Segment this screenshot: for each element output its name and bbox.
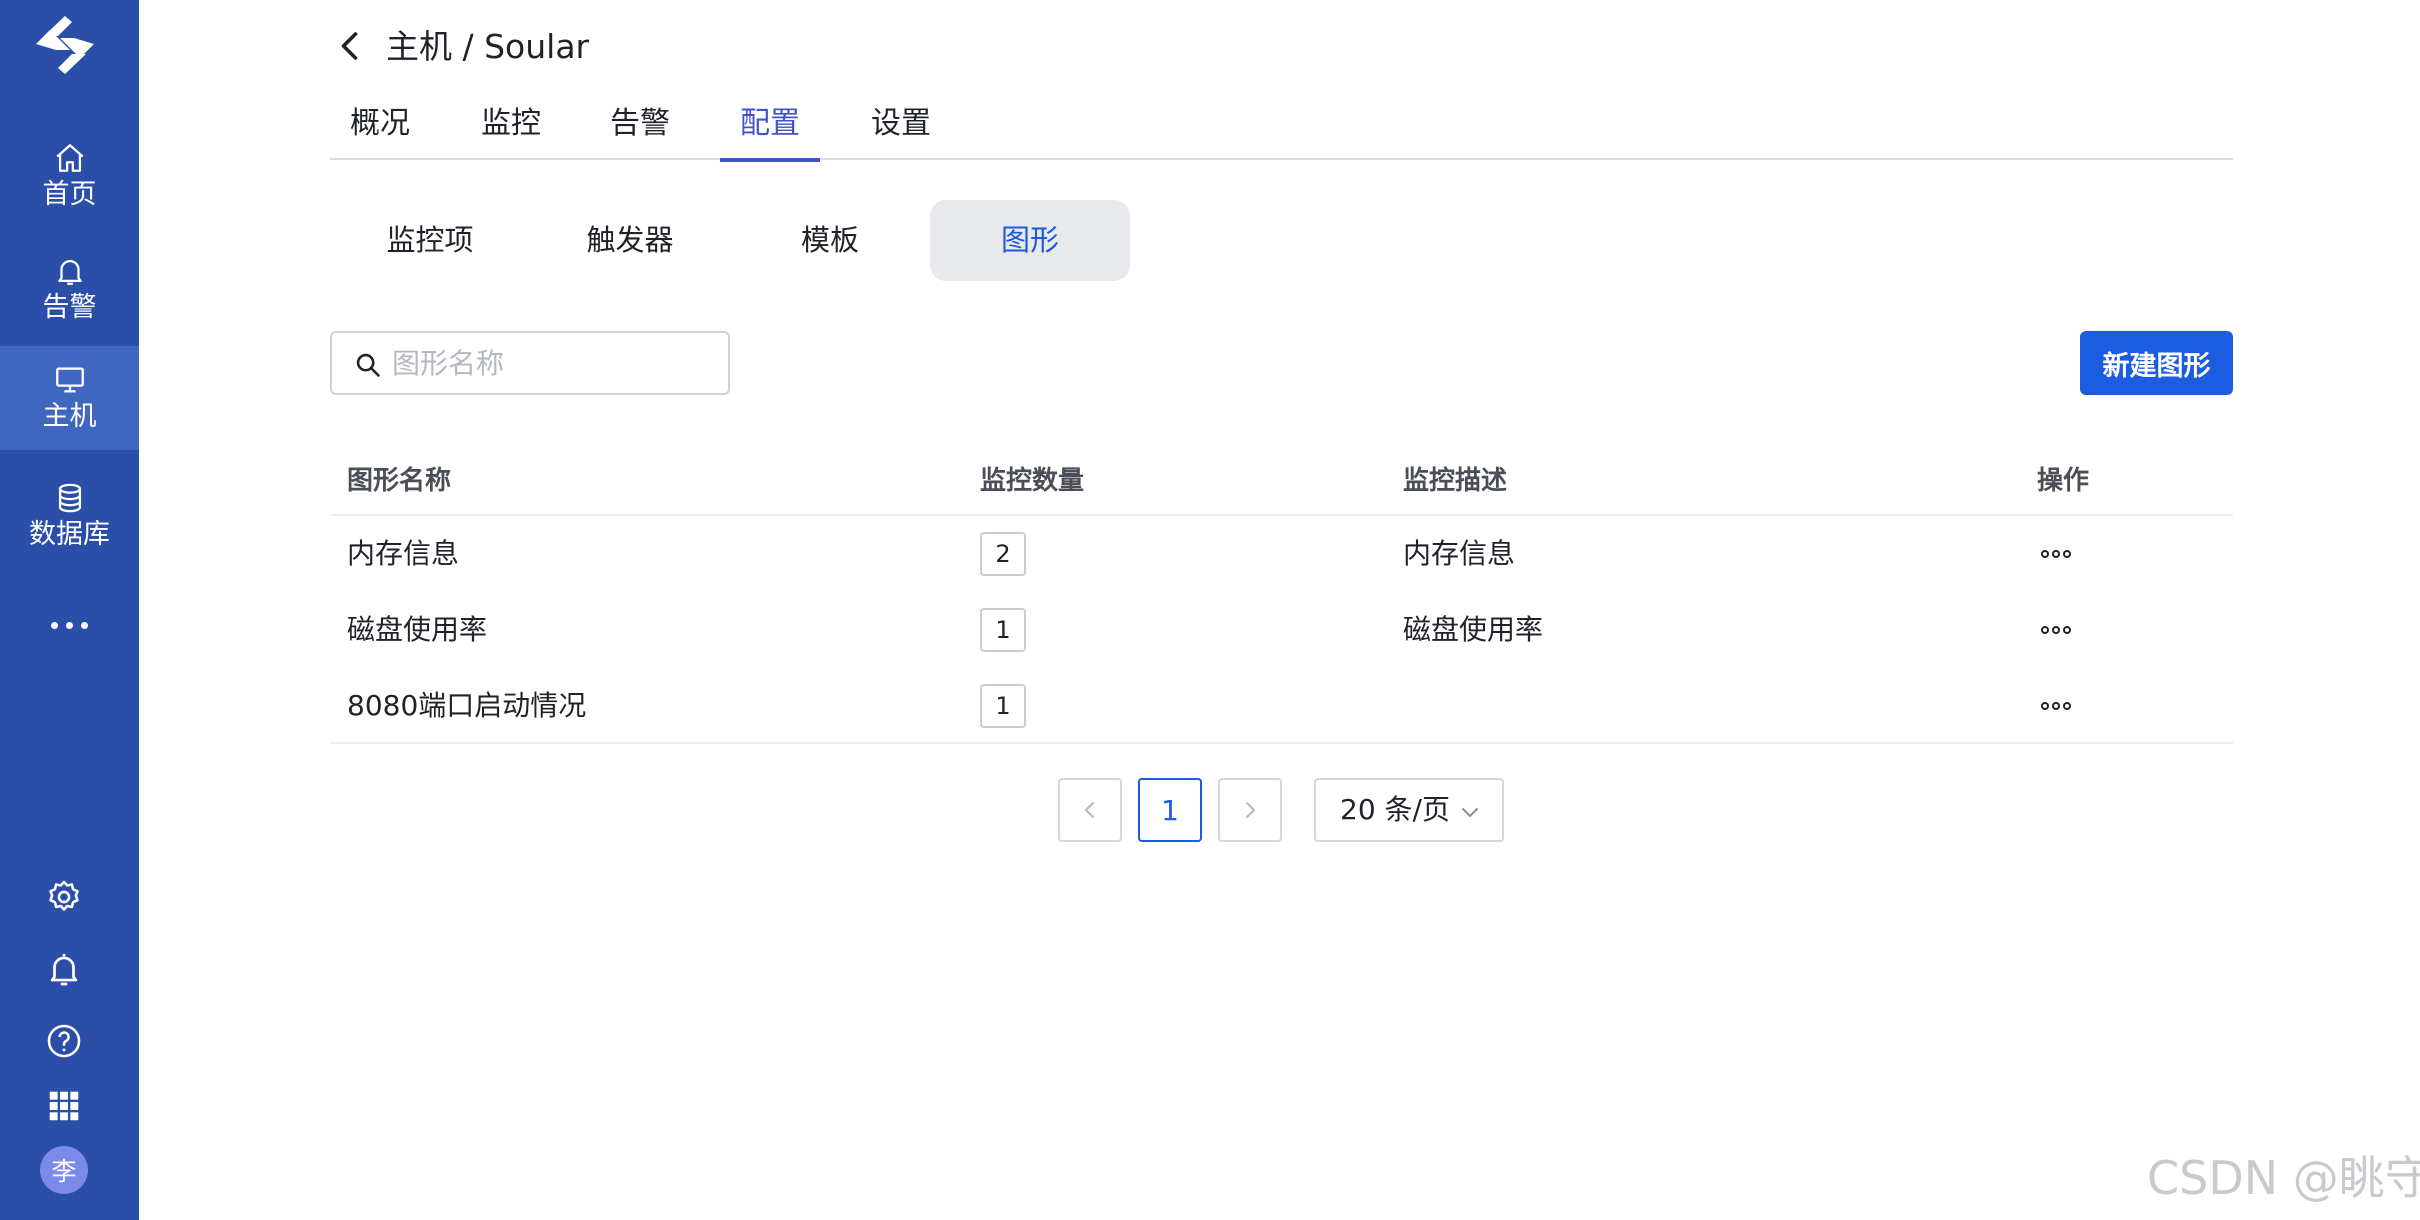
create-graph-button[interactable]: 新建图形 — [2080, 331, 2233, 395]
cell-graph-name: 磁盘使用率 — [347, 613, 488, 646]
cell-graph-name: 内存信息 — [347, 537, 460, 570]
more-dot — [2041, 702, 2049, 710]
sidebar-item-hosts[interactable]: 主机 — [0, 346, 139, 450]
notification-icon — [50, 953, 78, 986]
cell-monitor-count: 2 — [980, 532, 1026, 576]
search-box — [330, 331, 730, 395]
next-page-button[interactable] — [1218, 778, 1282, 842]
sidebar-item-alerts[interactable]: 告警 — [0, 237, 139, 341]
more-dot — [66, 621, 73, 629]
more-dot — [2063, 550, 2071, 558]
main-tabs: 概况 监控 告警 配置 设置 — [330, 96, 2233, 162]
apps-grid-button[interactable] — [44, 1086, 84, 1126]
back-arrow-icon[interactable] — [333, 28, 369, 64]
subtab-triggers[interactable]: 触发器 — [530, 200, 730, 281]
prev-page-button[interactable] — [1058, 778, 1122, 842]
subtab-templates[interactable]: 模板 — [730, 200, 930, 281]
tab-settings[interactable]: 设置 — [871, 96, 931, 160]
row-actions-button[interactable] — [2041, 622, 2071, 638]
more-dot — [2063, 702, 2071, 710]
notification-button[interactable] — [44, 949, 84, 989]
more-menu-button[interactable] — [0, 595, 139, 655]
sidebar-item-label: 数据库 — [29, 519, 110, 550]
row-actions-button[interactable] — [2041, 546, 2071, 562]
sidebar: 首页 告警 主机 数据库 李 — [0, 0, 139, 1220]
sidebar-item-database[interactable]: 数据库 — [0, 464, 139, 568]
user-avatar[interactable]: 李 — [40, 1146, 88, 1194]
page-size-select[interactable]: 20 条/页 — [1314, 778, 1504, 842]
search-icon — [356, 353, 380, 377]
sidebar-item-home[interactable]: 首页 — [0, 124, 139, 228]
page-number-button[interactable]: 1 — [1138, 778, 1202, 842]
breadcrumb: 主机 / Soular — [386, 27, 590, 66]
more-dot — [81, 621, 88, 629]
chevron-right-icon — [1246, 802, 1255, 818]
tab-overview[interactable]: 概况 — [350, 96, 410, 160]
more-dot — [51, 621, 58, 629]
column-header-count: 监控数量 — [980, 466, 1085, 496]
app-root: 首页 告警 主机 数据库 李 主机 / Soular 概况 监控 告警 配置 设… — [0, 0, 2420, 1220]
chevron-down-icon — [1462, 808, 1478, 817]
monitor-icon — [55, 367, 84, 393]
column-header-name: 图形名称 — [347, 466, 452, 496]
watermark-text: CSDN @眺守 — [2147, 1151, 2420, 1205]
table-header: 图形名称 监控数量 监控描述 操作 — [330, 446, 2233, 516]
more-dot — [2063, 626, 2071, 634]
chevron-left-icon — [1085, 802, 1094, 818]
page-size-label: 20 条/页 — [1340, 793, 1450, 826]
more-dot — [2041, 550, 2049, 558]
search-input[interactable] — [392, 341, 712, 385]
sidebar-item-label: 主机 — [42, 401, 97, 432]
tab-monitoring[interactable]: 监控 — [481, 96, 541, 160]
bell-icon — [57, 260, 82, 285]
settings-button[interactable] — [44, 877, 84, 917]
column-header-description: 监控描述 — [1403, 466, 1508, 496]
table-row[interactable]: 8080端口启动情况 1 — [330, 668, 2233, 744]
cell-monitor-count: 1 — [980, 608, 1026, 652]
database-icon — [58, 483, 81, 513]
sidebar-item-label: 首页 — [42, 179, 97, 210]
graphs-table: 图形名称 监控数量 监控描述 操作 内存信息 2 内存信息 磁盘使用率 1 磁盘… — [330, 446, 2233, 744]
settings-icon — [49, 880, 79, 911]
more-dot — [2052, 550, 2060, 558]
table-row[interactable]: 磁盘使用率 1 磁盘使用率 — [330, 592, 2233, 668]
table-row[interactable]: 内存信息 2 内存信息 — [330, 516, 2233, 592]
more-dot — [2041, 626, 2049, 634]
home-icon — [55, 144, 84, 172]
column-header-actions: 操作 — [2037, 466, 2090, 496]
more-dot — [2052, 702, 2060, 710]
sidebar-item-label: 告警 — [42, 292, 97, 323]
tab-alerts[interactable]: 告警 — [610, 96, 670, 160]
help-icon — [47, 1024, 81, 1058]
more-dot — [2052, 626, 2060, 634]
tab-configuration[interactable]: 配置 — [720, 96, 820, 162]
brand-logo-icon[interactable] — [30, 14, 100, 76]
subtab-items[interactable]: 监控项 — [330, 200, 530, 281]
cell-description: 磁盘使用率 — [1403, 613, 1544, 646]
cell-graph-name: 8080端口启动情况 — [347, 689, 587, 722]
row-actions-button[interactable] — [2041, 698, 2071, 714]
cell-monitor-count: 1 — [980, 684, 1026, 728]
help-button[interactable] — [44, 1021, 84, 1061]
subtab-graphs[interactable]: 图形 — [930, 200, 1130, 281]
cell-description: 内存信息 — [1403, 537, 1516, 570]
apps-grid-icon — [49, 1091, 79, 1121]
